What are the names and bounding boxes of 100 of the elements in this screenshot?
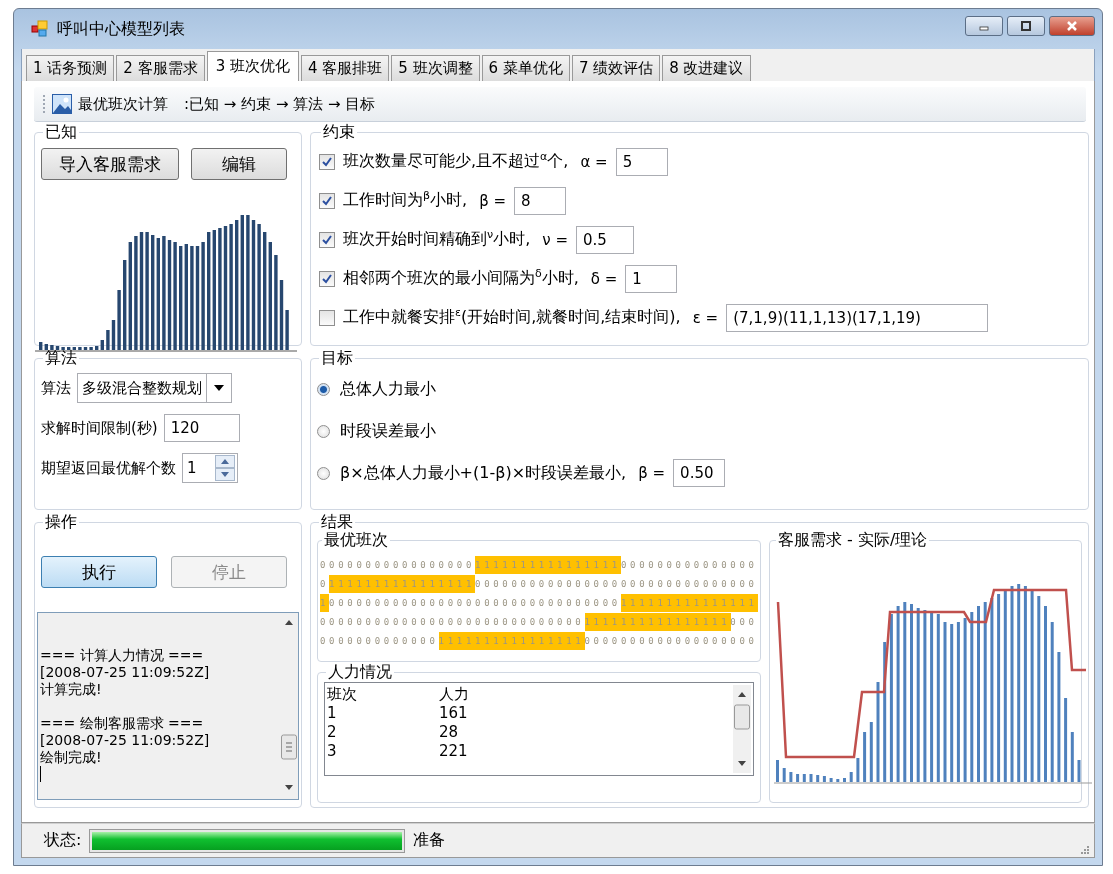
symbol-label: δ = bbox=[590, 269, 618, 288]
log-line: [2008-07-25 11:09:52Z] bbox=[40, 732, 211, 749]
constraint-label: 相邻两个班次的最小间隔为$^{δ}$小时, bbox=[343, 267, 579, 290]
symbol-label: ε = bbox=[692, 308, 719, 327]
button[interactable]: 导入客服需求 bbox=[41, 148, 179, 180]
symbol-label: β = bbox=[638, 464, 666, 482]
symbol-label: α = bbox=[580, 152, 608, 171]
chart-bar bbox=[869, 722, 873, 782]
app-icon bbox=[31, 20, 49, 38]
chart-bar bbox=[863, 732, 867, 782]
window-title: 呼叫中心模型列表 bbox=[57, 18, 185, 40]
tab[interactable]: 5 班次调整 bbox=[391, 55, 480, 81]
value-field[interactable]: (7,1,9)(11,1,13)(17,1,19) bbox=[726, 303, 989, 332]
tab[interactable]: 2 客服需求 bbox=[116, 55, 205, 81]
chart-bar bbox=[1070, 732, 1074, 782]
checkbox[interactable] bbox=[319, 270, 335, 287]
chart-bar bbox=[782, 768, 786, 782]
value-field[interactable]: 5 bbox=[615, 147, 668, 176]
constraint-label: 班次数量尽可能少,且不超过$^{α}$个, bbox=[343, 150, 569, 173]
group-title: 目标 bbox=[320, 350, 354, 366]
check-icon bbox=[321, 194, 333, 207]
chart-bar bbox=[822, 776, 826, 782]
checkbox[interactable] bbox=[319, 309, 335, 326]
tab[interactable]: 4 客服排班 bbox=[300, 55, 390, 81]
chart-bar bbox=[796, 774, 800, 782]
maximize-button[interactable] bbox=[1007, 16, 1045, 36]
list-cell-text: 1 bbox=[327, 704, 338, 723]
chart-bar bbox=[849, 772, 853, 782]
chart-bar bbox=[829, 778, 833, 782]
symbol-label: ν = bbox=[542, 230, 568, 249]
field-label: 期望返回最优解个数 bbox=[41, 458, 176, 478]
toolbar-title: 最优班次计算 bbox=[78, 94, 168, 114]
log-line: 绘制完成! bbox=[40, 749, 103, 766]
value-field[interactable]: 0.5 bbox=[575, 225, 634, 254]
chart-bar bbox=[856, 758, 860, 782]
tab[interactable]: 3 班次优化 bbox=[206, 51, 299, 81]
value-field[interactable]: 8 bbox=[514, 186, 567, 215]
tab[interactable]: 8 改进建议 bbox=[662, 55, 751, 81]
group-title: 已知 bbox=[44, 124, 78, 140]
close-icon bbox=[1065, 20, 1079, 32]
group-title: 最优班次 bbox=[323, 532, 389, 548]
chart-bar bbox=[843, 778, 846, 782]
dropdown[interactable]: 多级混合整数规划 bbox=[77, 373, 232, 403]
log-line: === 绘制客服需求 === bbox=[40, 715, 205, 732]
check-icon bbox=[321, 155, 333, 168]
tab[interactable]: 1 话务预测 bbox=[26, 55, 115, 81]
list-cell-text: 2 bbox=[327, 723, 338, 742]
checkbox[interactable] bbox=[319, 153, 335, 170]
tab[interactable]: 6 菜单优化 bbox=[481, 55, 570, 81]
option-label: 总体人力最小 bbox=[340, 378, 436, 400]
checkbox[interactable] bbox=[319, 231, 335, 248]
caret-icon bbox=[214, 385, 224, 391]
check-icon bbox=[321, 272, 333, 285]
chart-bar bbox=[816, 775, 820, 782]
text-cursor bbox=[40, 766, 41, 782]
value-field[interactable]: 0.50 bbox=[673, 459, 726, 487]
option-label: 时段误差最小 bbox=[340, 420, 436, 442]
chart-bar bbox=[802, 774, 806, 782]
list-cell-text: 3 bbox=[327, 742, 338, 761]
spin-arrows-icon bbox=[215, 455, 235, 481]
chart-bar bbox=[836, 779, 840, 782]
spin-box[interactable]: 1 bbox=[182, 453, 238, 483]
image-icon bbox=[52, 94, 72, 114]
chart-bar bbox=[789, 772, 793, 782]
button[interactable]: 编辑 bbox=[191, 148, 287, 180]
group-title: 约束 bbox=[322, 124, 356, 140]
field-label: 求解时间限制(秒) bbox=[41, 418, 158, 438]
option-label: β×总体人力最小+(1-β)×时段误差最小, bbox=[340, 462, 627, 484]
group-title: 客服需求 - 实际/理论 bbox=[777, 532, 929, 548]
value-field[interactable]: 1 bbox=[625, 264, 678, 293]
field-label: 算法 bbox=[41, 378, 71, 398]
grip-icon bbox=[42, 94, 46, 114]
log-line: 计算完成! bbox=[40, 681, 103, 698]
radio-button[interactable] bbox=[317, 424, 330, 438]
constraint-label: 班次开始时间精确到$^{ν}$小时, bbox=[343, 228, 531, 251]
radio-button[interactable] bbox=[317, 466, 330, 480]
group-title: 人力情况 bbox=[327, 664, 393, 680]
group-title: 算法 bbox=[44, 350, 78, 366]
column-header: 班次 bbox=[327, 685, 358, 704]
chart-bar bbox=[1077, 760, 1081, 782]
chart-bar bbox=[776, 760, 779, 782]
chart-bar bbox=[809, 774, 813, 782]
column-header: 人力 bbox=[439, 685, 470, 704]
tab[interactable]: 7 绩效评估 bbox=[571, 55, 661, 81]
constraint-label: 工作中就餐安排$^{ε}$(开始时间,就餐时间,结束时间), bbox=[343, 306, 681, 329]
minimize-button[interactable] bbox=[965, 16, 1003, 36]
button[interactable]: 执行 bbox=[41, 556, 157, 588]
list-cell-text: 221 bbox=[439, 742, 469, 761]
radio-button[interactable] bbox=[317, 382, 330, 396]
list-cell-text: 161 bbox=[439, 704, 469, 723]
close-button[interactable] bbox=[1049, 16, 1095, 36]
group-title: 操作 bbox=[44, 514, 78, 530]
constraint-label: 工作时间为$^{β}$小时, bbox=[343, 189, 468, 212]
list-cell-text: 28 bbox=[439, 723, 460, 742]
status-text: 准备 bbox=[413, 830, 446, 851]
breadcrumb-text: :已知 → 约束 → 算法 → 目标 bbox=[184, 94, 376, 114]
group-title: 结果 bbox=[320, 514, 354, 530]
input-field[interactable]: 120 bbox=[163, 414, 240, 442]
status-label: 状态: bbox=[44, 830, 82, 851]
checkbox[interactable] bbox=[319, 192, 335, 209]
